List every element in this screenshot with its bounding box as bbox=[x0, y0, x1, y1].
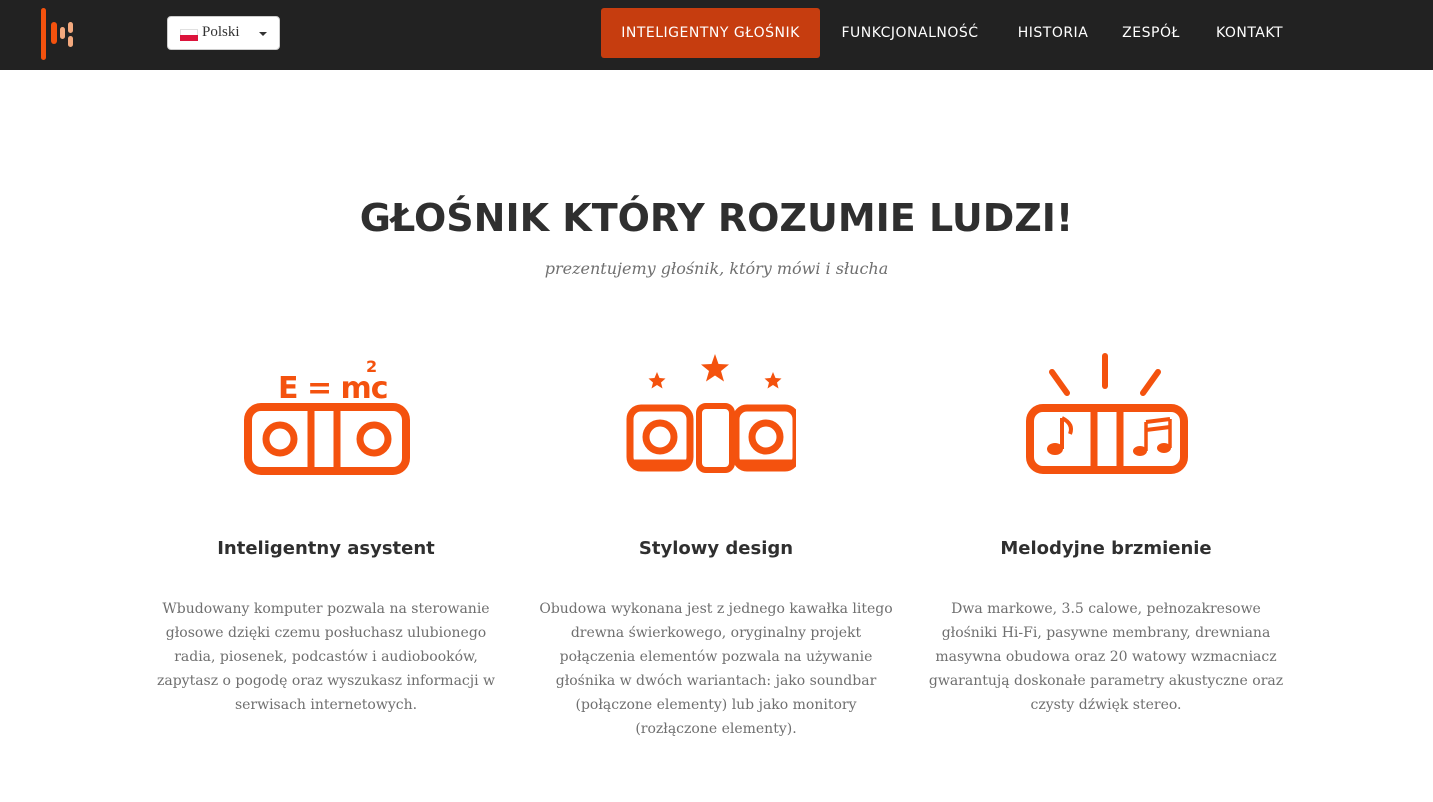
speaker-music-notes-icon bbox=[1026, 353, 1188, 474]
feature-description-inteligentny-asystent: Wbudowany komputer pozwala na sterowanie… bbox=[156, 601, 496, 713]
poland-flag-icon bbox=[180, 29, 198, 41]
feature-title-melodyjne-brzmienie: Melodyjne brzmienie bbox=[1000, 538, 1212, 559]
speaker-stars-icon bbox=[626, 354, 796, 473]
feature-title-inteligentny-asystent: Inteligentny asystent bbox=[217, 538, 435, 559]
nav-item-zespol[interactable]: ZESPÓŁ bbox=[1111, 8, 1191, 58]
page-title: GŁOŚNIK KTÓRY ROZUMIE LUDZI! bbox=[359, 196, 1074, 240]
feature-description-stylowy-design: Obudowa wykonana jest z jednego kawałka … bbox=[539, 601, 893, 737]
formula: E = mc bbox=[278, 371, 388, 406]
speaker-bars-logo[interactable] bbox=[38, 8, 78, 60]
feature-description-melodyjne-brzmienie: Dwa markowe, 3.5 calowe, pełnozakresowe … bbox=[928, 601, 1284, 713]
language-select-label: Polski bbox=[202, 24, 240, 40]
page-subtitle: prezentujemy głośnik, który mówi i słuch… bbox=[544, 259, 889, 278]
language-select[interactable]: Polski bbox=[167, 16, 280, 50]
feature-title-stylowy-design: Stylowy design bbox=[638, 538, 794, 559]
formula-exponent: 2 bbox=[366, 357, 377, 376]
smart-speaker-emc2-icon: E = mc 2 bbox=[244, 357, 410, 475]
navbar: Polski INTELIGENTNY GŁOŚNIK FUNKCJONALNO… bbox=[0, 0, 1433, 70]
caret-down-icon bbox=[259, 32, 267, 36]
nav-item-historia[interactable]: HISTORIA bbox=[1006, 8, 1100, 58]
nav-item-funkcjonalnosc[interactable]: FUNKCJONALNOŚĆ bbox=[828, 8, 992, 58]
nav-item-inteligentny-glosnik[interactable]: INTELIGENTNY GŁOŚNIK bbox=[601, 8, 820, 58]
nav-item-kontakt[interactable]: KONTAKT bbox=[1203, 8, 1296, 58]
